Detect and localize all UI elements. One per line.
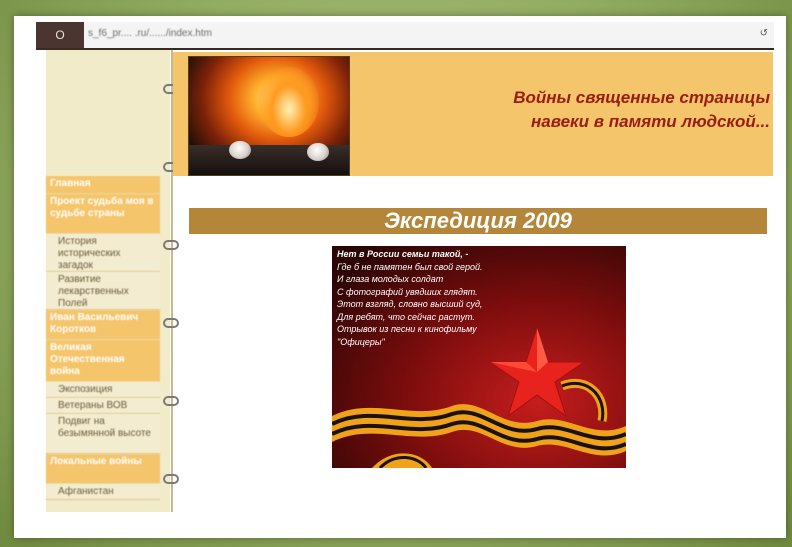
- st-george-ribbon: [332, 404, 626, 456]
- sidebar-item-history[interactable]: История исторических загадок: [46, 234, 160, 272]
- poster-verse: Нет в России семьи такой, - Где б не пам…: [337, 248, 577, 348]
- refresh-icon[interactable]: ↺: [760, 28, 768, 39]
- poster-line: "Офицеры": [337, 336, 385, 347]
- poster-line: Нет в России семьи такой, -: [337, 249, 469, 259]
- sidebar-top-panel: [46, 50, 170, 176]
- binder-ring-icon: [163, 318, 179, 328]
- binder-ring-icon: [163, 240, 179, 250]
- binder-ring-icon: [163, 396, 179, 406]
- binder-ring-icon: [163, 474, 179, 484]
- sidebar-item-local-wars[interactable]: Локальные войны: [46, 454, 160, 484]
- sidebar-item-development[interactable]: Развитие лекарственных Полей: [46, 272, 160, 310]
- sidebar-item-war[interactable]: Великая Отечественная война: [46, 340, 160, 382]
- poster-line: Отрывок из песни к кинофильму: [337, 324, 477, 334]
- sidebar: Главная Проект судьба моя в судьбе стран…: [46, 50, 170, 512]
- sidebar-item-ivan[interactable]: Иван Васильевич Коротков: [46, 310, 160, 340]
- poster-line: Этот взгляд, словно высший суд,: [337, 299, 483, 309]
- sidebar-item-veterans[interactable]: Ветераны ВОВ: [46, 398, 160, 414]
- sidebar-item-feat[interactable]: Подвиг на безымянной высоте: [46, 414, 160, 454]
- poster-line: Для ребят, что сейчас растут.: [337, 311, 475, 322]
- url-text[interactable]: s_f6_pr.... .ru/....../index.htm: [88, 28, 212, 39]
- poster-line: С фотографий увядших глядят.: [337, 286, 478, 297]
- header-title-line2: навеки в памяти людской...: [531, 112, 770, 131]
- section-banner: Экспедиция 2009: [189, 208, 767, 234]
- header-title: Войны священные страницы навеки в памяти…: [410, 86, 770, 134]
- sidebar-item-home[interactable]: Главная: [46, 176, 160, 194]
- eternal-flame-image: [188, 56, 350, 176]
- poster-line: Где б не памятен был свой герой.: [337, 261, 483, 272]
- header-title-line1: Войны священные страницы: [513, 88, 770, 107]
- sidebar-item-exposition[interactable]: Экспозиция: [46, 382, 160, 398]
- victory-poster-image: Нет в России семьи такой, - Где б не пам…: [332, 246, 626, 468]
- sidebar-item-afghanistan[interactable]: Афганистан: [46, 484, 160, 500]
- sidebar-menu: Главная Проект судьба моя в судьбе стран…: [46, 176, 160, 500]
- nav-button-label: O: [55, 28, 65, 42]
- back-button[interactable]: O: [36, 22, 84, 48]
- browser-address-bar[interactable]: O s_f6_pr.... .ru/....../index.htm ↺: [36, 22, 774, 50]
- poster-line: И глаза молодых солдат: [337, 274, 444, 284]
- sidebar-item-project[interactable]: Проект судьба моя в судьбе страны: [46, 194, 160, 234]
